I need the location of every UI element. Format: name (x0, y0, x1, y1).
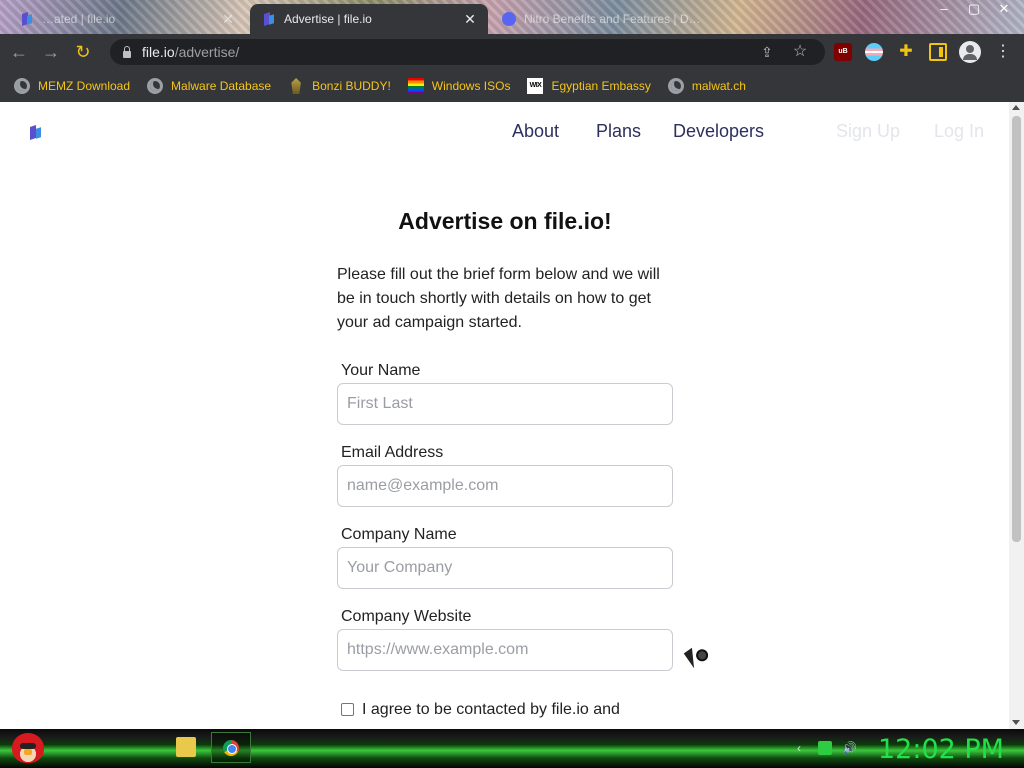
mouse-cursor-icon (683, 647, 703, 669)
close-icon[interactable]: ✕ (462, 11, 478, 27)
name-field[interactable] (337, 383, 673, 425)
tab-title: …ated | file.io (42, 12, 116, 26)
tab-strip: …ated | file.io ✕ Advertise | file.io ✕ … (0, 0, 1024, 34)
agree-checkbox[interactable] (341, 703, 354, 716)
page-viewport: About Plans Developers Sign Up Log In Ad… (0, 102, 1024, 729)
share-icon[interactable]: ⇪ (759, 44, 775, 60)
trans-flag-extension-icon[interactable] (865, 43, 883, 61)
profile-avatar-icon[interactable] (959, 41, 981, 63)
bookmark-label: Egyptian Embassy (551, 79, 651, 93)
website-field[interactable] (337, 629, 673, 671)
back-button[interactable]: ← (6, 39, 32, 65)
chrome-icon (223, 740, 239, 756)
bookmark-label: Bonzi BUDDY! (312, 79, 391, 93)
bookmark-label: Malware Database (171, 79, 272, 93)
bookmark-malware-database[interactable]: Malware Database (147, 78, 271, 94)
page-title: Advertise on file.io! (398, 208, 612, 234)
email-label: Email Address (341, 444, 444, 461)
angry-bird-icon (12, 733, 44, 763)
log-in-link[interactable]: Log In (934, 121, 984, 142)
bookmarks-bar: MEMZ Download Malware Database Bonzi BUD… (0, 70, 1024, 102)
maximize-button[interactable]: ▢ (960, 0, 988, 18)
file-io-logo-icon (262, 12, 276, 26)
volume-icon[interactable]: 🔊 (842, 741, 857, 755)
sign-up-link[interactable]: Sign Up (836, 121, 900, 142)
scroll-down-arrow-icon[interactable] (1012, 720, 1020, 725)
globe-icon (667, 78, 684, 94)
side-panel-icon[interactable] (929, 43, 947, 61)
url-path: /advertise/ (174, 44, 240, 60)
scrollbar-thumb[interactable] (1012, 116, 1021, 542)
bookmark-star-icon[interactable]: ☆ (791, 43, 809, 61)
bookmark-label: MEMZ Download (38, 79, 131, 93)
wix-icon: WIX (527, 78, 544, 94)
start-button[interactable] (8, 729, 48, 768)
nav-developers-link[interactable]: Developers (673, 121, 764, 142)
bookmark-malwatch[interactable]: malwat.ch (667, 78, 746, 94)
url-host: file.io (142, 44, 175, 60)
rainbow-flag-icon (407, 78, 424, 94)
minimize-button[interactable]: – (930, 0, 958, 18)
bookmark-windows-isos[interactable]: Windows ISOs (407, 78, 511, 94)
intro-paragraph: Please fill out the brief form below and… (337, 266, 660, 331)
kebab-menu-icon[interactable]: ⋮ (995, 41, 1011, 63)
file-explorer-icon[interactable] (176, 737, 196, 757)
nav-plans-link[interactable]: Plans (596, 121, 641, 142)
bookmark-label: Windows ISOs (431, 79, 511, 93)
taskbar: ‹ 🔊 12:02 PM (0, 729, 1024, 768)
bonzi-icon (291, 78, 301, 94)
tab-advertise-active[interactable]: Advertise | file.io ✕ (250, 4, 488, 34)
bookmark-memz-download[interactable]: MEMZ Download (14, 78, 130, 94)
extensions-puzzle-icon[interactable]: ✚ (897, 43, 915, 61)
bookmark-bonzi-buddy[interactable]: Bonzi BUDDY! (288, 78, 391, 94)
close-window-button[interactable]: ✕ (990, 0, 1018, 18)
bookmark-egyptian-embassy[interactable]: WIX Egyptian Embassy (527, 78, 651, 94)
bookmark-label: malwat.ch (691, 79, 746, 93)
address-bar[interactable]: file.io/advertise/ ⇪ ☆ (110, 39, 825, 65)
forward-button[interactable]: → (38, 39, 64, 65)
tab-discord-nitro[interactable]: Nitro Benefits and Features | D… (490, 4, 720, 34)
globe-icon (147, 78, 164, 94)
nav-about-link[interactable]: About (512, 121, 559, 142)
ublock-origin-icon[interactable]: uB (834, 43, 852, 61)
globe-icon (14, 78, 30, 94)
email-field[interactable] (337, 465, 673, 507)
lock-icon[interactable] (122, 46, 132, 58)
reload-button[interactable]: ↻ (70, 39, 96, 65)
website-label: Company Website (341, 608, 472, 625)
file-io-logo-icon (20, 12, 34, 26)
tab-title: Advertise | file.io (284, 12, 372, 26)
tray-chevron-icon[interactable]: ‹ (792, 741, 806, 755)
company-label: Company Name (341, 526, 457, 543)
scroll-up-arrow-icon[interactable] (1012, 105, 1020, 110)
file-io-logo-icon[interactable] (30, 124, 44, 140)
taskbar-clock[interactable]: 12:02 PM (878, 734, 1004, 765)
name-label: Your Name (341, 362, 421, 379)
company-field[interactable] (337, 547, 673, 589)
page-scrollbar[interactable] (1009, 102, 1024, 729)
network-icon[interactable] (818, 741, 832, 755)
agree-label: I agree to be contacted by file.io and (362, 701, 620, 718)
tab-title: Nitro Benefits and Features | D… (524, 12, 701, 26)
tab-file-io-previous[interactable]: …ated | file.io ✕ (8, 4, 246, 34)
window-controls: – ▢ ✕ (930, 0, 1018, 20)
desktop-screen: …ated | file.io ✕ Advertise | file.io ✕ … (0, 0, 1024, 768)
close-icon[interactable]: ✕ (220, 11, 236, 27)
discord-icon (502, 12, 516, 26)
chrome-taskbar-button[interactable] (211, 732, 251, 763)
